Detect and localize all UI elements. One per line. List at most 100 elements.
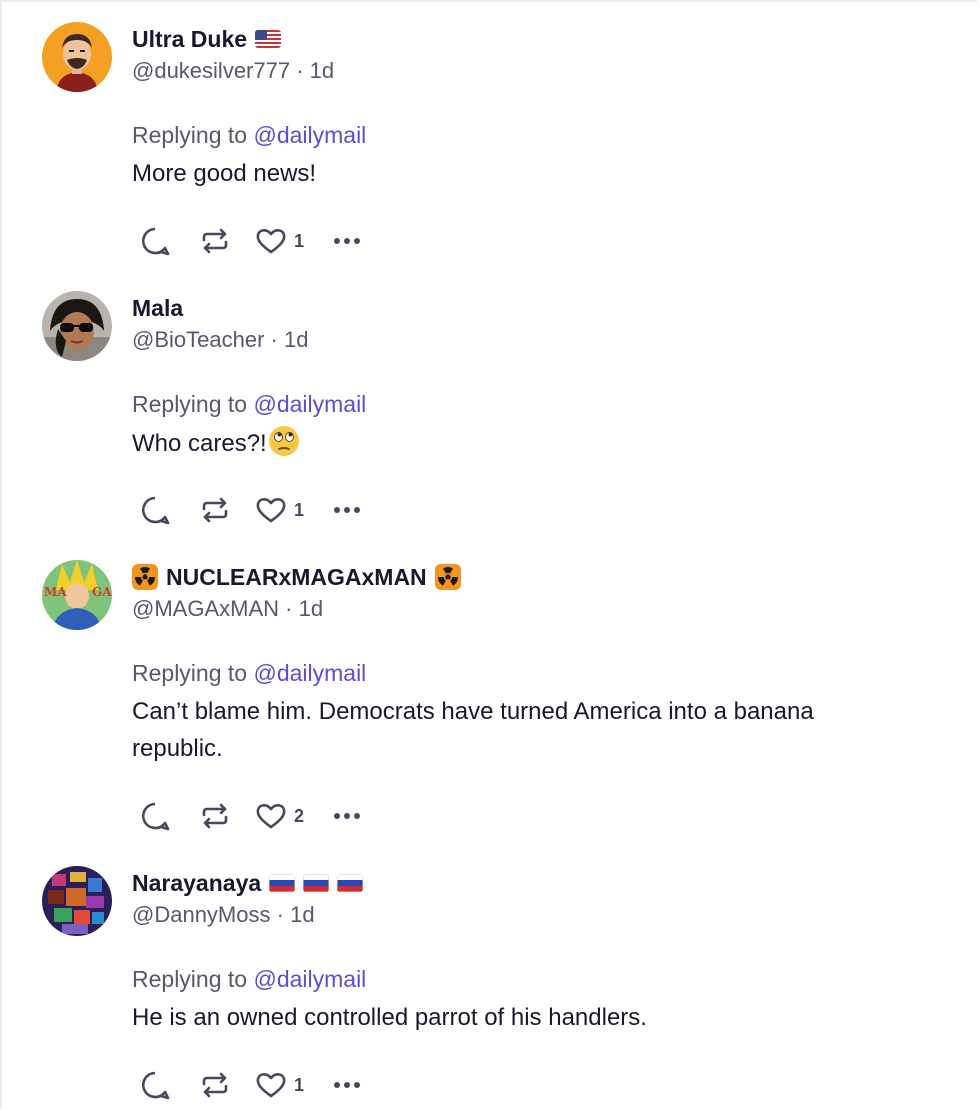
more-button[interactable] [330, 493, 370, 527]
more-button[interactable] [330, 1068, 370, 1102]
like-button[interactable]: 1 [254, 493, 330, 527]
radioactive-icon [132, 564, 158, 590]
eye-roll-emoji-icon [267, 424, 301, 458]
mention-link[interactable]: @dailymail [253, 660, 366, 686]
reply-button[interactable] [138, 799, 198, 833]
like-button[interactable]: 1 [254, 224, 330, 258]
timestamp[interactable]: 1d [284, 327, 308, 352]
russia-flag-icon [337, 874, 364, 892]
mention-link[interactable]: @dailymail [253, 966, 366, 992]
post-text-content: Can’t blame him. Democrats have turned A… [132, 698, 814, 762]
handle[interactable]: @dukesilver777 [132, 58, 290, 83]
more-button[interactable] [330, 224, 370, 258]
timestamp[interactable]: 1d [299, 596, 323, 621]
like-count: 2 [294, 805, 305, 826]
avatar[interactable]: MA GA [42, 560, 112, 630]
russia-flag-icon [269, 874, 296, 892]
more-icon [334, 813, 360, 819]
handle-row: @DannyMoss · 1d [132, 902, 315, 928]
heart-icon [256, 1073, 286, 1098]
russia-flag-icon [303, 874, 330, 892]
display-name[interactable]: Mala [132, 295, 183, 322]
heart-icon [256, 804, 286, 829]
repost-icon [202, 497, 228, 523]
repost-button[interactable] [198, 1068, 254, 1102]
repost-button[interactable] [198, 493, 254, 527]
reply-button[interactable] [138, 1068, 198, 1102]
like-button[interactable]: 1 [254, 1068, 330, 1102]
handle[interactable]: @BioTeacher [132, 327, 264, 352]
like-count: 1 [294, 1074, 305, 1095]
reply-post[interactable]: Mala @BioTeacher · 1d Replying to @daily… [0, 291, 980, 560]
replying-to-line: Replying to @dailymail [132, 966, 366, 993]
timestamp[interactable]: 1d [310, 58, 334, 83]
avatar[interactable] [42, 291, 112, 361]
more-icon [334, 1082, 360, 1088]
radioactive-icon [434, 564, 461, 590]
reply-icon [142, 802, 170, 831]
like-count: 1 [294, 230, 305, 251]
post-text-content: More good news! [132, 160, 317, 187]
timestamp[interactable]: 1d [290, 902, 314, 927]
repost-icon [202, 1072, 228, 1098]
separator: · [296, 58, 304, 83]
post-text: Who cares?! [132, 424, 922, 462]
handle-row: @MAGAxMAN · 1d [132, 596, 323, 622]
more-icon [334, 238, 360, 244]
avatar[interactable] [42, 866, 112, 936]
action-bar: 1 [138, 224, 370, 258]
display-name[interactable]: Ultra Duke [132, 26, 247, 53]
reply-post[interactable]: Narayanaya @DannyMoss · 1d Replying to @… [0, 866, 980, 1110]
post-text: He is an owned controlled parrot of his … [132, 999, 922, 1036]
separator: · [285, 596, 293, 621]
replying-prefix: Replying to [132, 660, 248, 686]
replying-prefix: Replying to [132, 966, 248, 992]
repost-button[interactable] [198, 224, 254, 258]
display-name[interactable]: Narayanaya [132, 870, 261, 897]
action-bar: 2 [138, 799, 370, 833]
reply-icon [142, 227, 170, 256]
repost-icon [202, 228, 228, 254]
reply-button[interactable] [138, 493, 198, 527]
svg-text:MA: MA [44, 585, 67, 599]
heart-icon [256, 498, 286, 523]
mention-link[interactable]: @dailymail [253, 391, 366, 417]
replying-to-line: Replying to @dailymail [132, 660, 366, 687]
reply-button[interactable] [138, 224, 198, 258]
replying-to-line: Replying to @dailymail [132, 391, 366, 418]
action-bar: 1 [138, 1068, 370, 1102]
heart-icon [256, 229, 286, 254]
repost-icon [202, 803, 228, 829]
handle[interactable]: @DannyMoss [132, 902, 271, 927]
handle-row: @dukesilver777 · 1d [132, 58, 334, 84]
action-bar: 1 [138, 493, 370, 527]
reply-icon [142, 496, 170, 525]
repost-button[interactable] [198, 799, 254, 833]
reply-post[interactable]: Ultra Duke @dukesilver777 · 1d Replying … [0, 22, 980, 291]
replying-prefix: Replying to [132, 122, 248, 148]
author-name-row: NUCLEARxMAGAxMAN [132, 562, 461, 592]
mention-link[interactable]: @dailymail [253, 122, 366, 148]
handle-row: @BioTeacher · 1d [132, 327, 308, 353]
handle[interactable]: @MAGAxMAN [132, 596, 279, 621]
us-flag-icon [255, 30, 282, 48]
separator: · [276, 902, 284, 927]
svg-text:GA: GA [92, 585, 112, 599]
post-text: More good news! [132, 155, 922, 192]
like-count: 1 [294, 499, 305, 520]
avatar[interactable] [42, 22, 112, 92]
more-button[interactable] [330, 799, 370, 833]
separator: · [270, 327, 278, 352]
author-name-row: Ultra Duke [132, 24, 282, 54]
replying-prefix: Replying to [132, 391, 248, 417]
post-text-content: Who cares?! [132, 430, 267, 457]
more-icon [334, 507, 360, 513]
display-name[interactable]: NUCLEARxMAGAxMAN [166, 564, 427, 591]
post-text-content: He is an owned controlled parrot of his … [132, 1004, 647, 1031]
reply-icon [142, 1071, 170, 1100]
like-button[interactable]: 2 [254, 799, 330, 833]
reply-post[interactable]: MA GA NUCLEARxMAGAxMAN @MAGAxMAN · 1d Re… [0, 560, 980, 860]
author-name-row: Narayanaya [132, 868, 364, 898]
author-name-row: Mala [132, 293, 183, 323]
replying-to-line: Replying to @dailymail [132, 122, 366, 149]
